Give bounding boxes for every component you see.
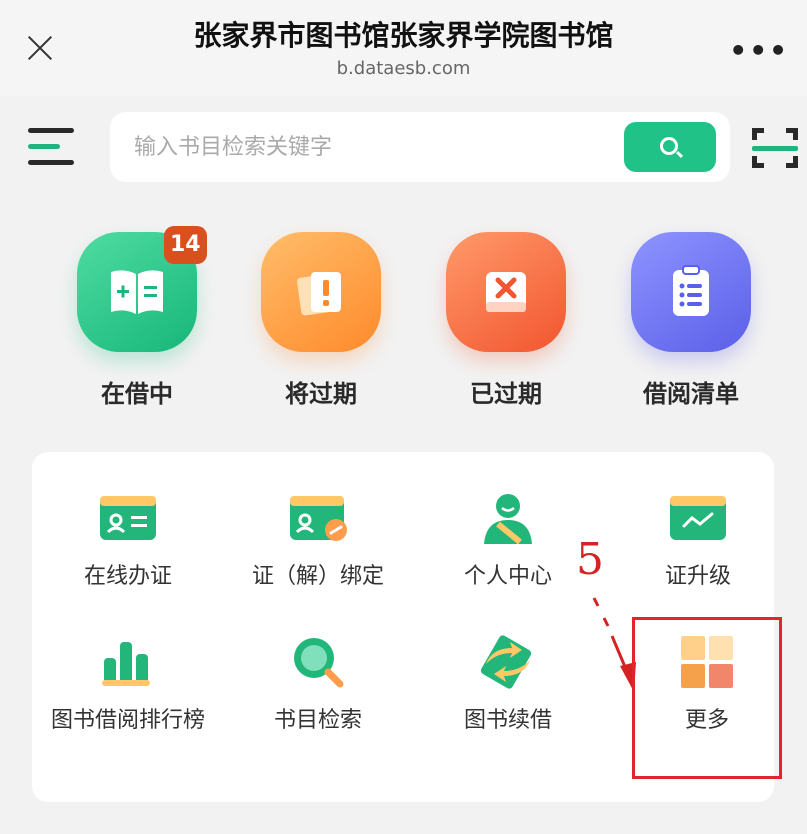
catalog-search[interactable]: 书目检索: [228, 634, 408, 736]
feature-overdue[interactable]: 已过期: [431, 232, 581, 409]
feature-label: 借阅清单: [643, 380, 739, 408]
menu-icon[interactable]: [28, 128, 74, 168]
service-label: 书目检索: [273, 708, 362, 733]
search-icon: [660, 137, 678, 155]
feature-label: 将过期: [285, 380, 357, 408]
feature-label: 在借中: [101, 380, 173, 408]
service-label: 图书续借: [463, 708, 552, 733]
warning-papers-icon: [261, 232, 381, 352]
id-card-icon: [98, 490, 158, 546]
bar-chart-icon: [98, 634, 158, 690]
personal-center[interactable]: 个人中心: [418, 490, 598, 592]
card-upgrade[interactable]: 证升级: [608, 490, 788, 592]
card-bind-unbind[interactable]: 证（解）绑定: [228, 490, 408, 592]
page-url: b.dataesb.com: [336, 58, 471, 79]
highlight-box: [632, 617, 782, 779]
service-label: 证（解）绑定: [251, 564, 384, 589]
search-input[interactable]: [134, 130, 604, 164]
page-title: 张家界市图书馆张家界学院图书馆: [193, 19, 614, 52]
step-annotation: 5: [576, 534, 604, 585]
user-icon: [478, 490, 538, 546]
service-label: 在线办证: [83, 564, 172, 589]
title-bar: 张家界市图书馆张家界学院图书馆 b.dataesb.com •••: [0, 0, 807, 96]
feature-expiring-soon[interactable]: 将过期: [246, 232, 396, 409]
feature-label: 已过期: [470, 380, 542, 408]
search-button[interactable]: [624, 122, 716, 172]
close-icon[interactable]: [22, 30, 58, 66]
borrowing-count-badge: 14: [164, 226, 207, 264]
book-renewal[interactable]: 图书续借: [418, 634, 598, 736]
online-card-application[interactable]: 在线办证: [38, 490, 218, 592]
clipboard-icon: [631, 232, 751, 352]
card-link-icon: [288, 490, 348, 546]
renew-book-icon: [478, 634, 538, 690]
upgrade-chart-icon: [668, 490, 728, 546]
feature-borrow-list[interactable]: 借阅清单: [616, 232, 766, 409]
service-label: 图书借阅排行榜: [50, 708, 205, 733]
search-bar: [110, 112, 730, 182]
scan-icon[interactable]: [752, 128, 798, 168]
more-options-icon[interactable]: •••: [729, 34, 789, 67]
service-label: 证升级: [664, 564, 731, 589]
borrowing-ranking[interactable]: 图书借阅排行榜: [38, 634, 218, 736]
magnifier-icon: [288, 634, 348, 690]
overdue-icon: [446, 232, 566, 352]
service-label: 个人中心: [463, 564, 552, 589]
